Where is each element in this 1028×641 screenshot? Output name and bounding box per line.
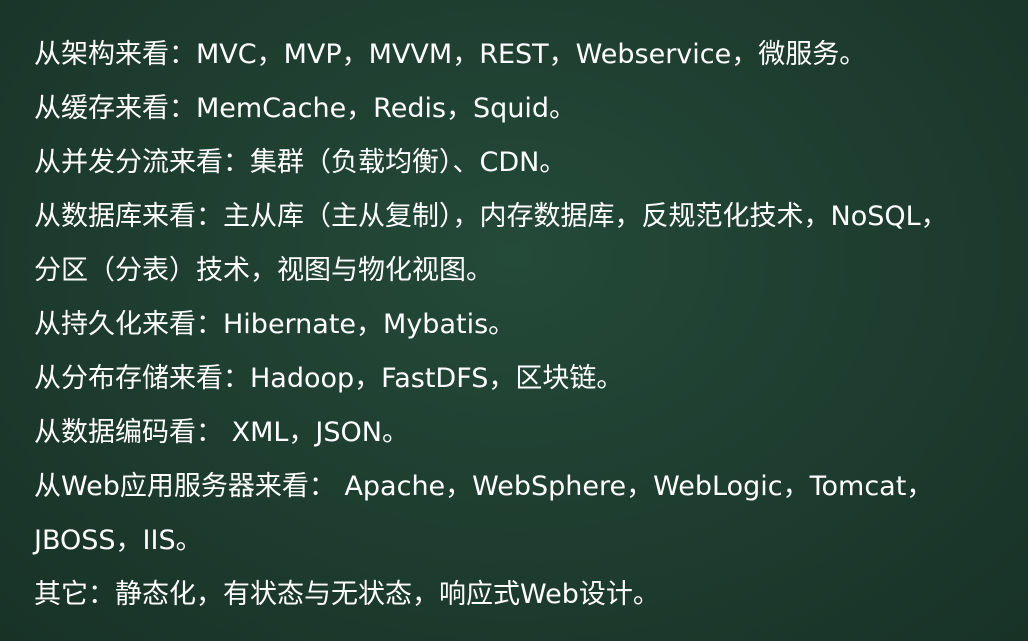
line-web-server-continued: JBOSS，IIS。 — [34, 525, 203, 556]
line-distributed-storage: 从分布存储来看：Hadoop，FastDFS，区块链。 — [34, 363, 624, 394]
slide: 从架构来看：MVC，MVP，MVVM，REST，Webservice，微服务。 … — [0, 0, 1028, 641]
line-persistence: 从持久化来看：Hibernate，Mybatis。 — [34, 309, 516, 340]
line-concurrency: 从并发分流来看：集群（负载均衡）、CDN。 — [34, 147, 567, 178]
line-cache: 从缓存来看：MemCache，Redis，Squid。 — [34, 93, 577, 124]
line-data-encoding: 从数据编码看： XML，JSON。 — [34, 417, 409, 448]
line-architecture: 从架构来看：MVC，MVP，MVVM，REST，Webservice，微服务。 — [34, 39, 867, 70]
line-database-continued: 分区（分表）技术，视图与物化视图。 — [34, 255, 493, 286]
line-other: 其它：静态化，有状态与无状态，响应式Web设计。 — [34, 579, 660, 610]
text-block: 从架构来看：MVC，MVP，MVVM，REST，Webservice，微服务。 … — [34, 28, 1028, 622]
line-database: 从数据库来看：主从库（主从复制），内存数据库，反规范化技术，NoSQL， — [34, 201, 948, 232]
line-web-server: 从Web应用服务器来看： Apache，WebSphere，WebLogic，T… — [34, 471, 934, 502]
